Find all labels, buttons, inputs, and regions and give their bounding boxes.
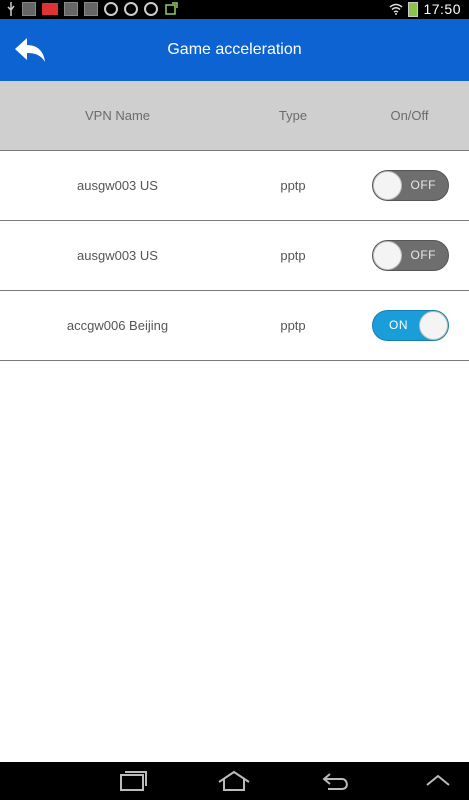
table-row: ausgw003 US pptp OFF — [0, 150, 469, 220]
menu-up-button[interactable] — [420, 768, 456, 794]
vpn-toggle[interactable]: OFF — [372, 170, 449, 201]
app-badge-icon — [42, 3, 58, 15]
vpn-name: accgw006 Beijing — [66, 318, 169, 333]
vpn-type: pptp — [280, 248, 306, 263]
download-icon — [165, 2, 178, 15]
wifi-icon — [389, 3, 403, 15]
notification-icons — [6, 2, 178, 16]
home-icon — [218, 770, 250, 791]
back-button[interactable] — [12, 33, 48, 67]
image-icon — [64, 2, 78, 16]
header-on-off: On/Off — [390, 108, 429, 123]
toggle-knob — [419, 311, 448, 340]
vpn-type: pptp — [280, 178, 306, 193]
usb-icon — [7, 2, 15, 16]
vpn-type: pptp — [280, 318, 306, 333]
header-vpn-name: VPN Name — [84, 108, 151, 123]
menu-up-icon — [426, 774, 450, 786]
recent-apps-button[interactable] — [115, 768, 151, 794]
toggle-label: OFF — [410, 178, 436, 192]
vpn-name: ausgw003 US — [77, 178, 158, 193]
back-nav-button[interactable] — [318, 768, 354, 794]
sync-icon — [124, 2, 138, 16]
toggle-knob — [373, 241, 402, 270]
back-arrow-icon — [15, 38, 45, 62]
sync-icon — [144, 2, 158, 16]
table-row: accgw006 Beijing pptp ON — [0, 290, 469, 361]
system-nav-bar — [0, 762, 469, 800]
home-button[interactable] — [216, 768, 252, 794]
notification-icon — [22, 2, 36, 16]
sync-icon — [104, 2, 118, 16]
vpn-list: ausgw003 US pptp OFF ausgw003 US pptp OF… — [0, 150, 469, 361]
page-title: Game acceleration — [167, 41, 302, 58]
clock: 17:50 — [423, 1, 461, 17]
recent-apps-icon — [120, 771, 147, 791]
vpn-name: ausgw003 US — [77, 248, 158, 263]
status-bar: 17:50 — [0, 0, 469, 19]
vpn-toggle[interactable]: ON — [372, 310, 449, 341]
toggle-label: OFF — [410, 248, 436, 262]
table-row: ausgw003 US pptp OFF — [0, 220, 469, 290]
image-icon — [84, 2, 98, 16]
battery-icon — [408, 1, 419, 17]
toggle-knob — [373, 171, 402, 200]
back-icon — [322, 773, 348, 790]
table-header: VPN Name Type On/Off — [0, 81, 469, 150]
vpn-toggle[interactable]: OFF — [372, 240, 449, 271]
toggle-label: ON — [389, 318, 408, 332]
app-bar: Game acceleration — [0, 19, 469, 81]
header-type: Type — [278, 108, 308, 123]
